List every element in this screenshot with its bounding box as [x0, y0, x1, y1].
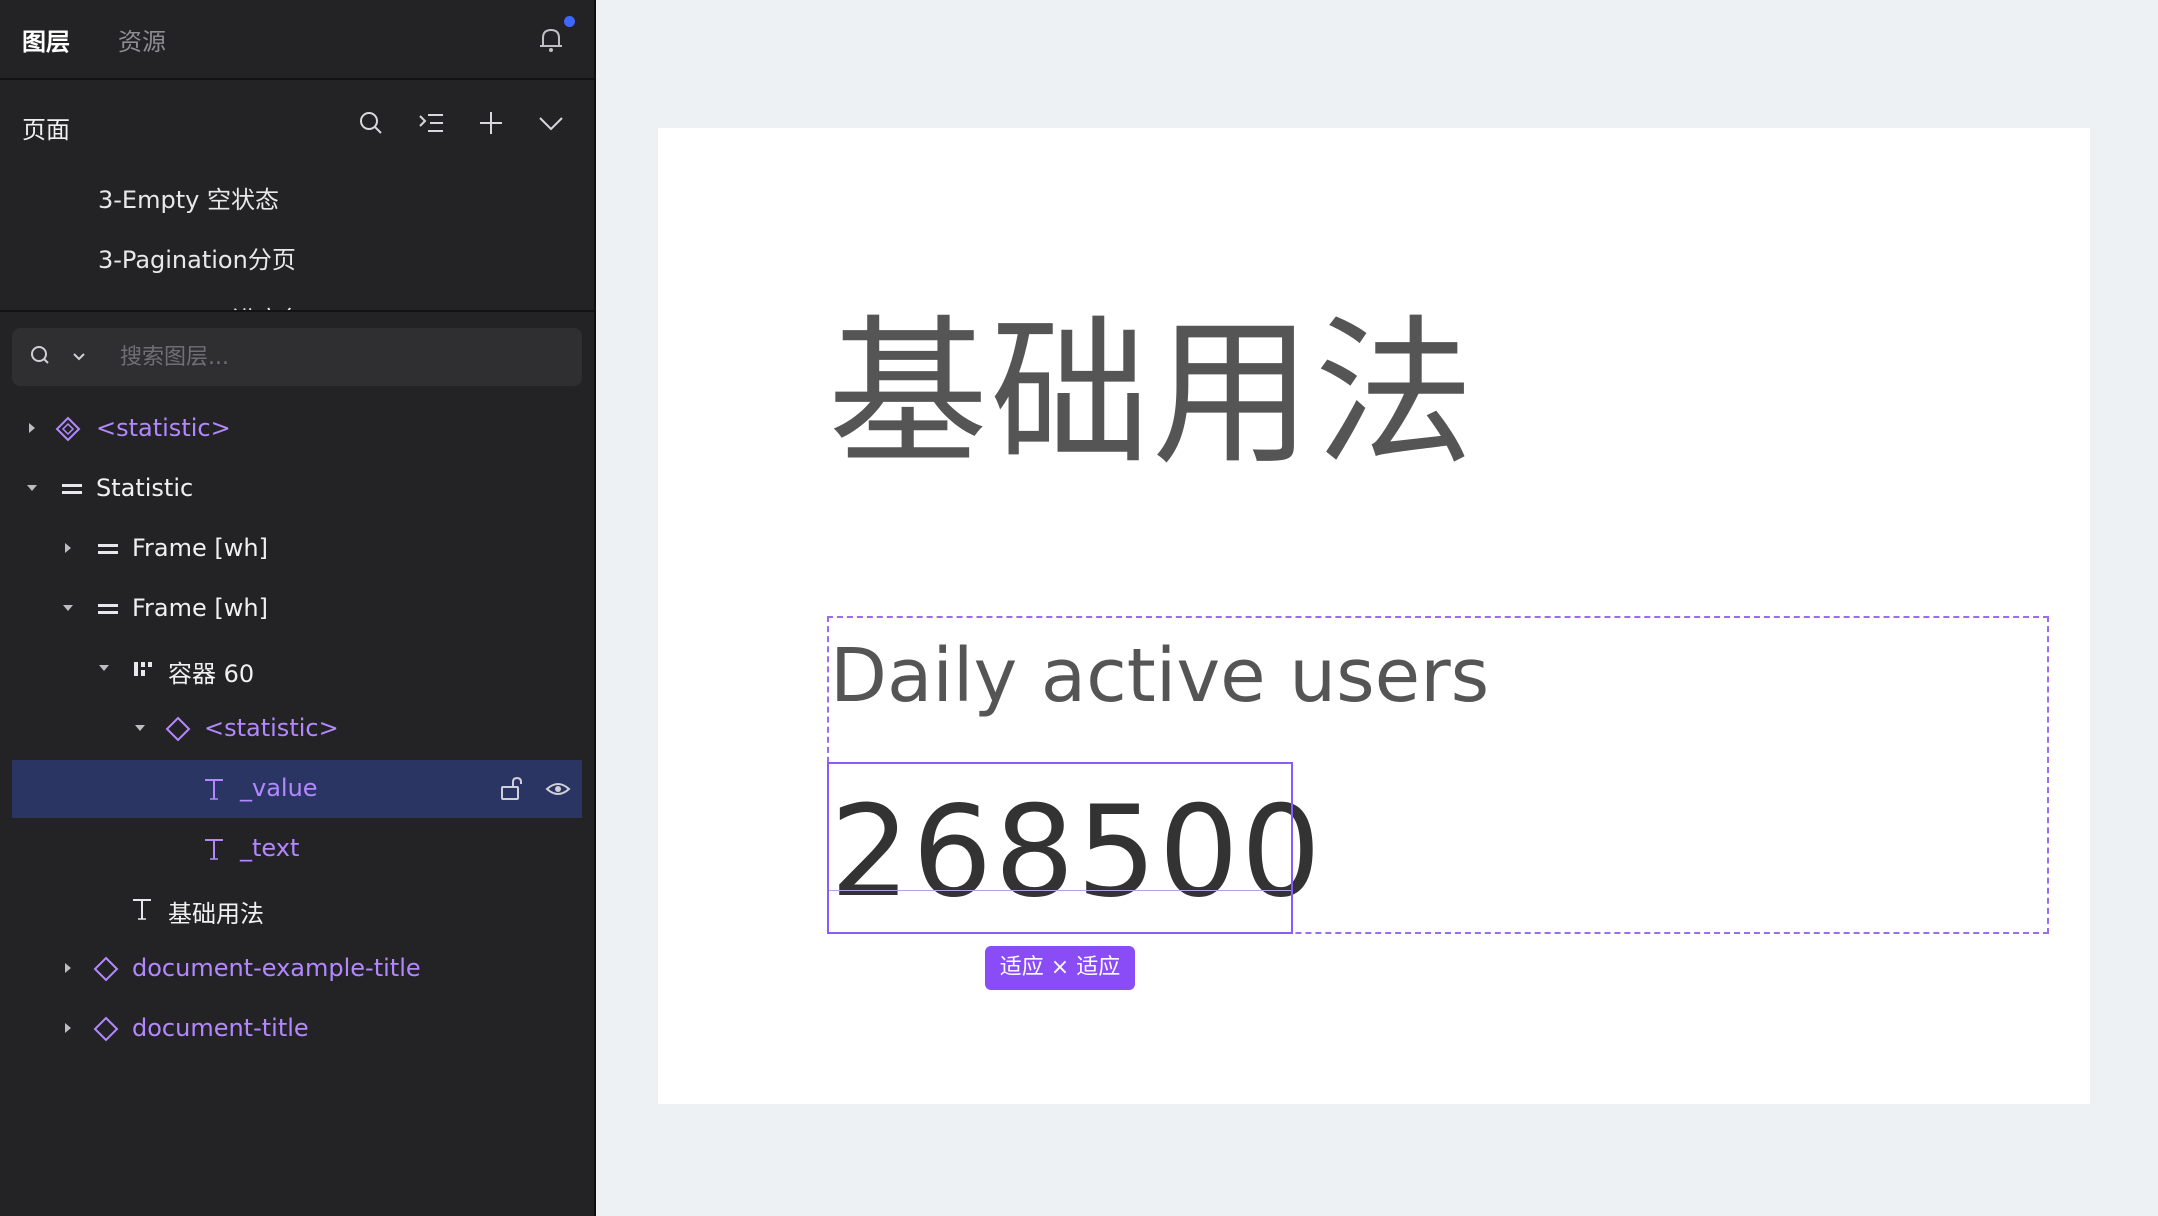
- layer-name: Frame [wh]: [132, 594, 268, 622]
- text-icon: [133, 899, 151, 920]
- panel-top-bar: 图层 资源: [0, 0, 594, 80]
- layer-name: Frame [wh]: [132, 534, 268, 562]
- caret-down-icon[interactable]: [130, 718, 150, 738]
- layer-name: _text: [240, 834, 300, 862]
- selection-box[interactable]: [827, 762, 1293, 934]
- unlock-icon[interactable]: [498, 775, 526, 803]
- caret-down-icon[interactable]: [22, 478, 42, 498]
- layer-row[interactable]: document-example-title: [12, 940, 582, 998]
- layer-name: document-title: [132, 1014, 309, 1042]
- component-icon: [93, 1016, 119, 1042]
- frame-icon: [98, 604, 118, 614]
- text-icon: [205, 839, 223, 860]
- tab-assets[interactable]: 资源: [118, 22, 166, 57]
- page-list: 3-Empty 空状态 3-Pagination分页 3-Progress 进度…: [0, 168, 594, 312]
- caret-right-icon[interactable]: [58, 538, 78, 558]
- pages-header: 页面: [0, 82, 594, 162]
- caret-right-icon[interactable]: [58, 958, 78, 978]
- layer-row-selected[interactable]: _value: [12, 760, 582, 818]
- collapse-list-icon[interactable]: [416, 108, 446, 138]
- component-icon: [165, 716, 191, 742]
- notification-dot: [564, 16, 575, 27]
- layer-row[interactable]: Frame [wh]: [12, 580, 582, 638]
- layer-row[interactable]: document-title: [12, 1000, 582, 1058]
- page-item[interactable]: 3-Pagination分页: [98, 240, 296, 275]
- component-instance-icon: [55, 416, 81, 442]
- eye-icon[interactable]: [544, 775, 572, 803]
- baseline-guide: [829, 890, 1291, 891]
- size-badge: 适应 × 适应: [985, 946, 1135, 990]
- tab-layers[interactable]: 图层: [22, 22, 70, 57]
- caret-right-icon[interactable]: [58, 1018, 78, 1038]
- add-page-icon[interactable]: [476, 108, 506, 138]
- layer-row[interactable]: <statistic>: [12, 400, 582, 458]
- layer-search: [12, 328, 582, 386]
- frame-icon: [98, 544, 118, 554]
- caret-down-icon[interactable]: [58, 598, 78, 618]
- layer-name: 基础用法: [168, 900, 264, 928]
- page-item[interactable]: 3-Progress 进度条: [98, 300, 304, 310]
- layer-row[interactable]: 容器 60: [12, 640, 582, 698]
- caret-down-icon[interactable]: [94, 658, 114, 678]
- search-icon[interactable]: [28, 342, 58, 372]
- canvas-title[interactable]: 基础用法: [828, 298, 1476, 490]
- layer-search-input[interactable]: [120, 338, 560, 376]
- layer-row[interactable]: _text: [12, 820, 582, 878]
- layer-name: document-example-title: [132, 954, 421, 982]
- layer-row[interactable]: <statistic>: [12, 700, 582, 758]
- text-icon: [205, 779, 223, 800]
- layer-row[interactable]: 基础用法: [12, 880, 582, 938]
- chevron-down-icon[interactable]: [72, 350, 86, 364]
- search-icon[interactable]: [356, 108, 386, 138]
- layer-row[interactable]: Statistic: [12, 460, 582, 518]
- layer-row[interactable]: Frame [wh]: [12, 520, 582, 578]
- component-icon: [93, 956, 119, 982]
- layers-panel: 图层 资源 页面 3-Empty 空状态 3-Pagination分页 搜索图层…: [0, 0, 596, 1216]
- statistic-label[interactable]: Daily active users: [830, 632, 1489, 721]
- layer-name: <statistic>: [96, 414, 231, 442]
- layer-name: Statistic: [96, 474, 194, 502]
- layer-name: 容器 60: [168, 660, 255, 688]
- frame-icon: [62, 484, 82, 494]
- layer-name: <statistic>: [204, 714, 339, 742]
- layer-name: _value: [240, 774, 318, 802]
- collaboration-icon[interactable]: [534, 22, 568, 56]
- caret-right-icon[interactable]: [22, 418, 42, 438]
- grid-container-icon: [134, 662, 152, 676]
- pages-title: 页面: [22, 116, 70, 144]
- chevron-down-icon[interactable]: [536, 108, 566, 138]
- page-item[interactable]: 3-Empty 空状态: [98, 180, 279, 215]
